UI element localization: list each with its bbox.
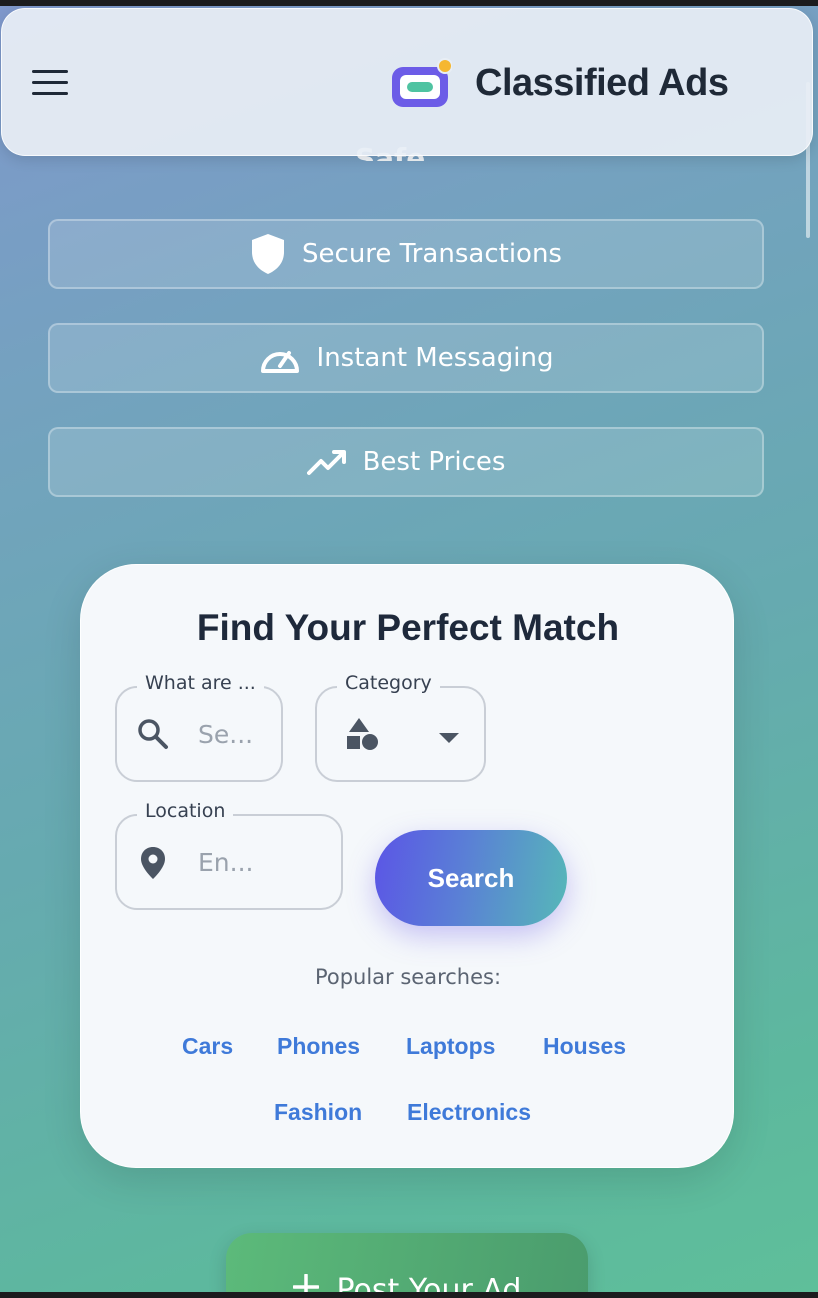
what-field-placeholder: Se... — [198, 720, 254, 749]
search-icon — [137, 718, 169, 754]
search-card-title: Find Your Perfect Match — [196, 607, 620, 648]
chevron-down-icon — [438, 729, 460, 748]
post-ad-label: Post Your Ad — [336, 1273, 522, 1292]
speedometer-icon — [259, 341, 301, 375]
feature-instant-messaging: Instant Messaging — [48, 323, 764, 393]
location-field-label: Location — [137, 800, 234, 822]
brand-logo-icon — [390, 57, 453, 109]
hamburger-menu-icon[interactable] — [32, 70, 70, 98]
trending-up-icon — [306, 448, 347, 476]
popular-searches-label: Popular searches: — [314, 965, 502, 989]
brand-name[interactable]: Classified Ads — [475, 62, 729, 105]
window-bottom-edge — [0, 1292, 818, 1298]
popular-tag-houses[interactable]: Houses — [543, 1033, 626, 1060]
feature-secure-transactions: Secure Transactions — [48, 219, 764, 289]
popular-tag-cars[interactable]: Cars — [182, 1033, 233, 1060]
popular-tag-electronics[interactable]: Electronics — [407, 1099, 531, 1126]
feature-label: Instant Messaging — [316, 343, 554, 373]
plus-icon — [291, 1273, 320, 1292]
popular-tag-phones[interactable]: Phones — [277, 1033, 360, 1060]
location-field[interactable]: Location En... — [115, 800, 343, 910]
what-field-label: What are ... — [137, 672, 264, 694]
page-viewport: Safe Secure Transactions Instant Messagi… — [0, 6, 818, 1292]
popular-tag-laptops[interactable]: Laptops — [406, 1033, 495, 1060]
popular-tag-fashion[interactable]: Fashion — [274, 1099, 362, 1126]
search-button[interactable]: Search — [375, 830, 567, 926]
app-header: Classified Ads — [1, 8, 813, 156]
category-select[interactable]: Category — [315, 672, 486, 782]
category-field-label: Category — [337, 672, 440, 694]
feature-label: Secure Transactions — [302, 239, 562, 269]
post-ad-button[interactable]: Post Your Ad — [226, 1233, 588, 1292]
search-card: Find Your Perfect Match What are ... Se.… — [80, 564, 734, 1168]
location-field-placeholder: En... — [198, 848, 254, 877]
feature-label: Best Prices — [362, 447, 506, 477]
location-pin-icon — [140, 846, 166, 884]
shield-icon — [250, 233, 286, 275]
feature-best-prices: Best Prices — [48, 427, 764, 497]
category-shapes-icon — [346, 717, 380, 755]
what-search-field[interactable]: What are ... Se... — [115, 672, 283, 782]
